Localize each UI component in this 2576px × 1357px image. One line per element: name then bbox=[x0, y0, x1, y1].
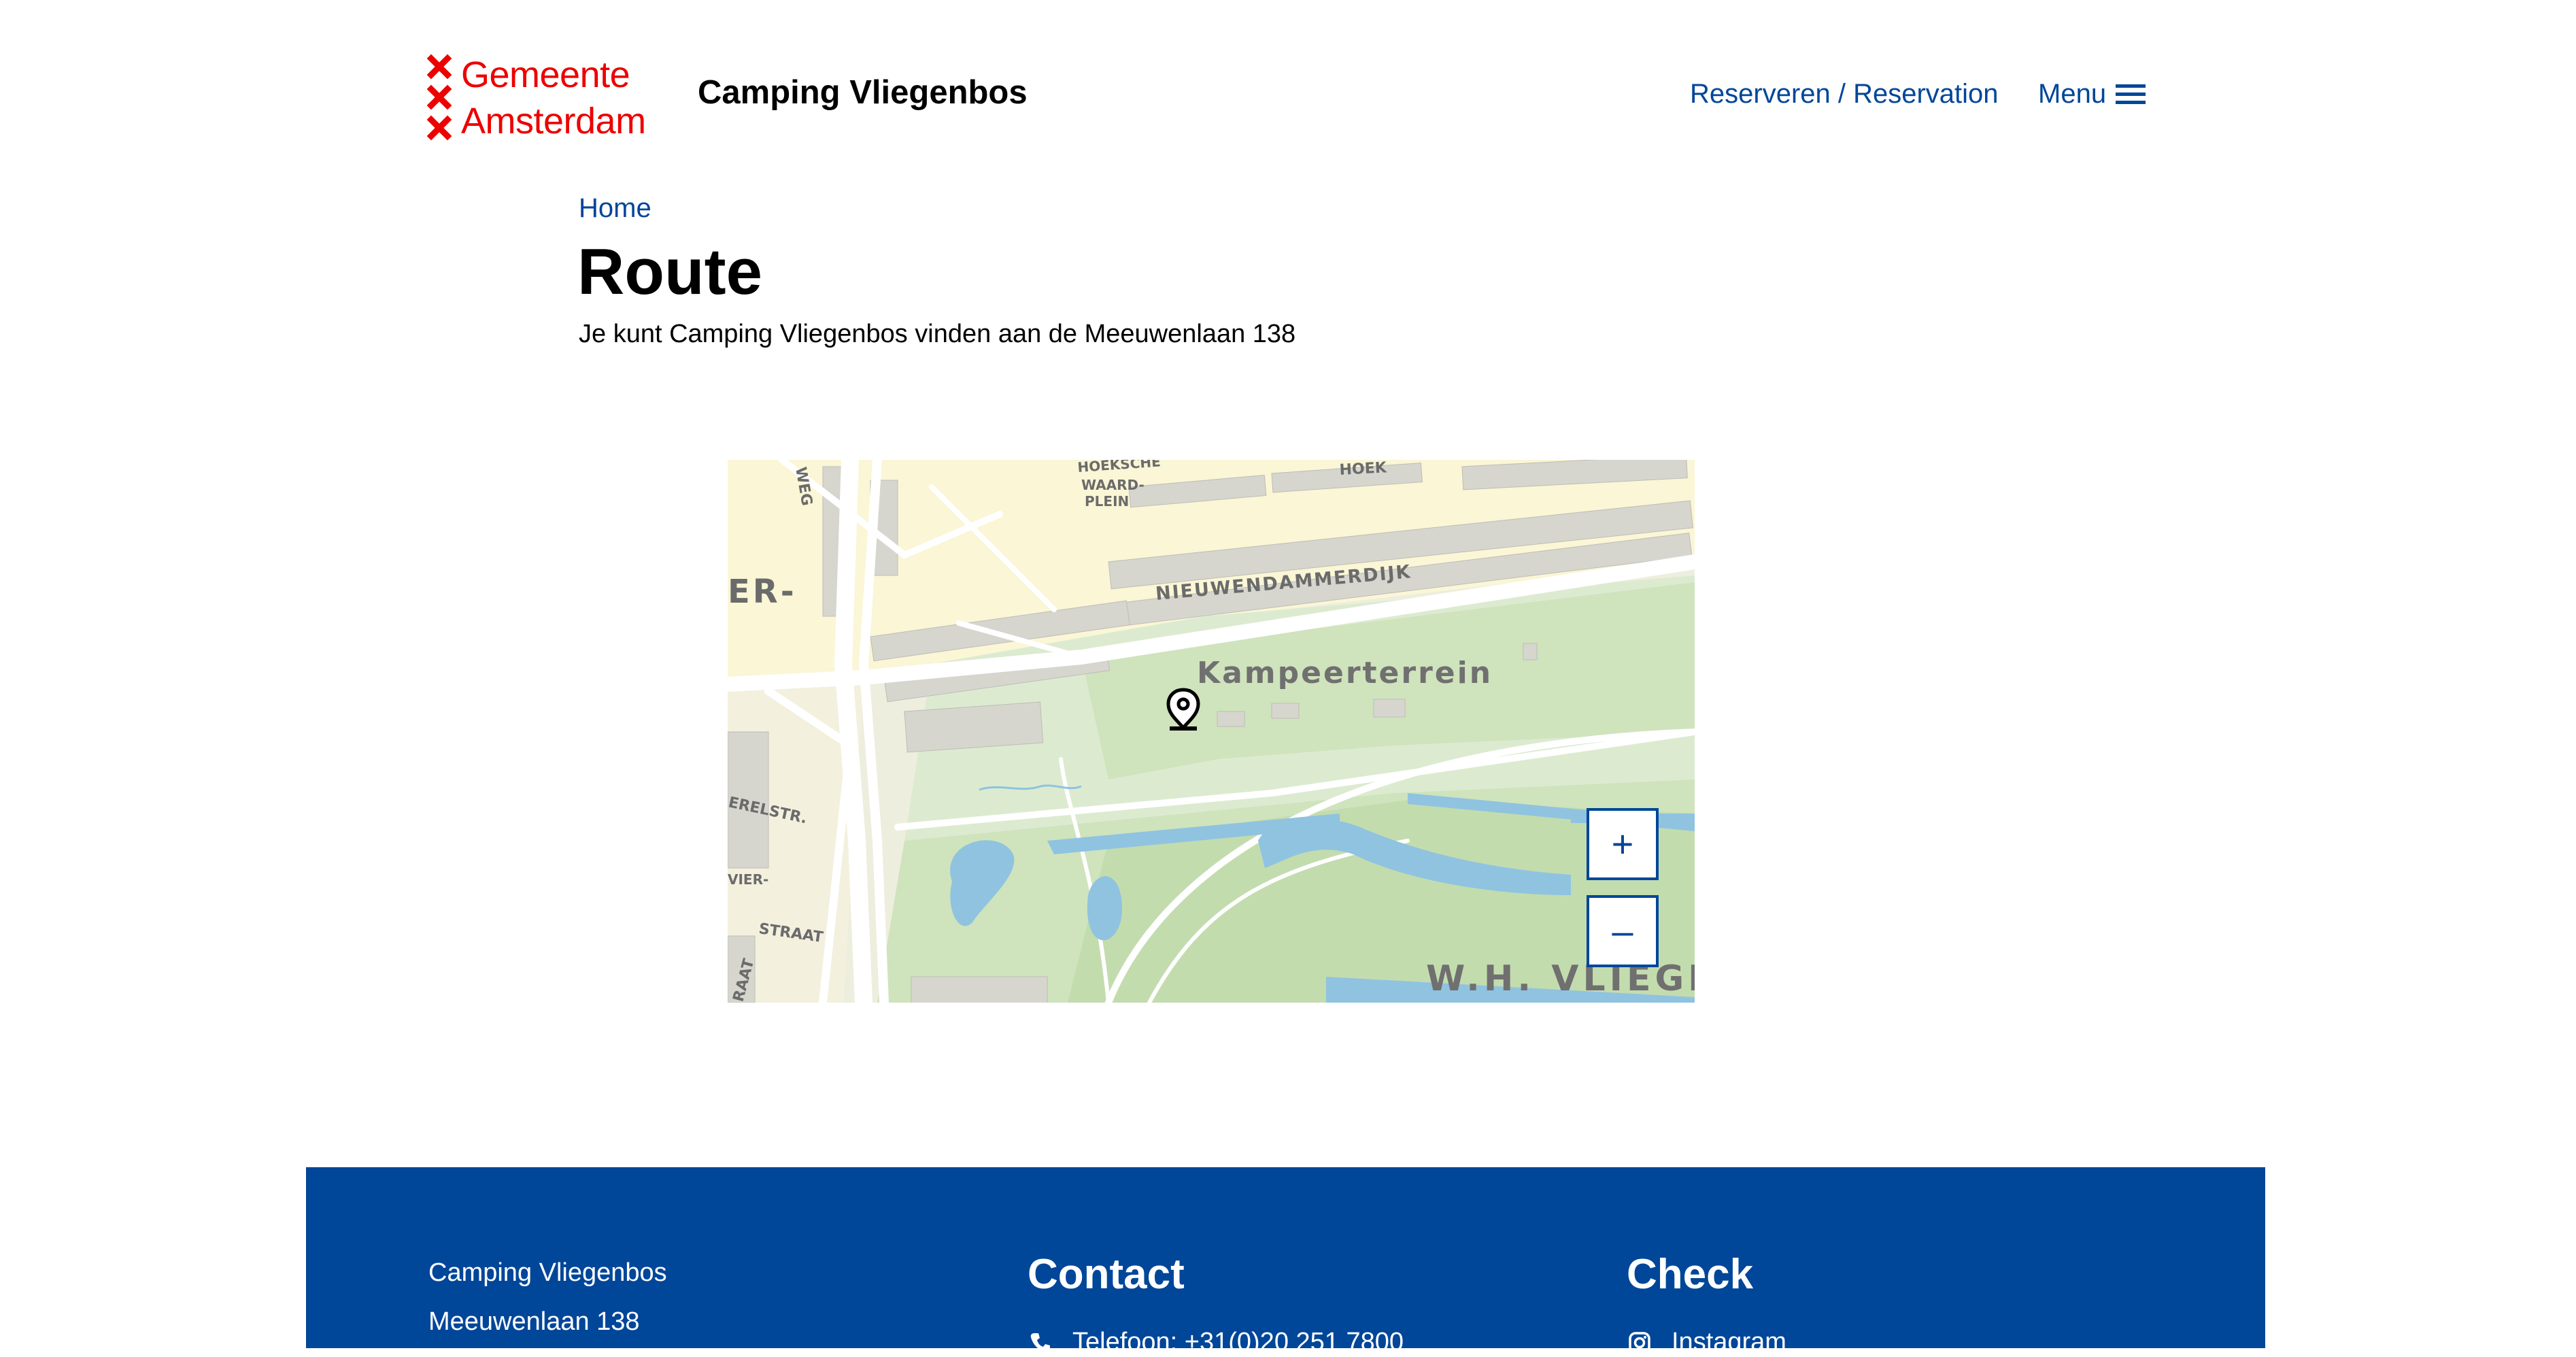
site-header: Gemeente Amsterdam Camping Vliegenbos Re… bbox=[427, 53, 2148, 141]
logo-wordmark: Gemeente Amsterdam bbox=[461, 52, 646, 144]
map-label-plein: PLEIN bbox=[1085, 493, 1129, 509]
menu-label: Menu bbox=[2038, 79, 2107, 109]
map-label-waard: WAARD- bbox=[1081, 477, 1145, 493]
logo-line-2: Amsterdam bbox=[461, 101, 646, 141]
amsterdam-crosses-icon bbox=[427, 54, 452, 141]
zoom-in-button[interactable]: + bbox=[1587, 808, 1659, 880]
footer-instagram-link[interactable]: Instagram bbox=[1628, 1328, 1786, 1357]
footer-address-street: Meeuwenlaan 138 bbox=[428, 1307, 640, 1336]
page-intro: Je kunt Camping Vliegenbos vinden aan de… bbox=[579, 320, 1296, 348]
map-label-kampeerterrein: Kampeerterrein bbox=[1197, 656, 1493, 690]
phone-icon bbox=[1030, 1333, 1050, 1352]
reserve-link[interactable]: Reserveren / Reservation bbox=[1690, 79, 1999, 110]
page-title: Route bbox=[577, 235, 762, 308]
map-label-hoek: HOEK bbox=[1339, 460, 1387, 479]
breadcrumb-home[interactable]: Home bbox=[579, 193, 651, 224]
footer-contact-heading: Contact bbox=[1028, 1251, 1185, 1298]
hamburger-icon bbox=[2116, 84, 2146, 104]
footer-phone-text: Telefoon: +31(0)20 251 7800 bbox=[1072, 1328, 1404, 1356]
map-label-er: ER- bbox=[728, 573, 797, 611]
map-label-vier: VIER- bbox=[728, 871, 768, 888]
footer-phone-link[interactable]: Telefoon: +31(0)20 251 7800 bbox=[1029, 1328, 1404, 1357]
logo-line-1: Gemeente bbox=[461, 54, 630, 95]
map-canvas[interactable]: NIEUWENDAMMERDIJK Kampeerterrein W.H. VL… bbox=[728, 460, 1695, 1003]
footer-instagram-text: Instagram bbox=[1672, 1328, 1786, 1356]
site-title[interactable]: Camping Vliegenbos bbox=[698, 73, 1028, 112]
zoom-out-button[interactable]: – bbox=[1587, 895, 1659, 967]
footer-address-name: Camping Vliegenbos bbox=[428, 1258, 667, 1287]
footer-check-heading: Check bbox=[1627, 1251, 1754, 1298]
menu-button[interactable]: Menu bbox=[2038, 79, 2146, 110]
instagram-icon bbox=[1629, 1331, 1650, 1354]
gemeente-amsterdam-logo[interactable]: Gemeente Amsterdam bbox=[427, 53, 672, 141]
site-footer: Camping Vliegenbos Meeuwenlaan 138 Conta… bbox=[306, 1167, 2265, 1356]
route-map[interactable]: NIEUWENDAMMERDIJK Kampeerterrein W.H. VL… bbox=[728, 460, 1695, 1003]
